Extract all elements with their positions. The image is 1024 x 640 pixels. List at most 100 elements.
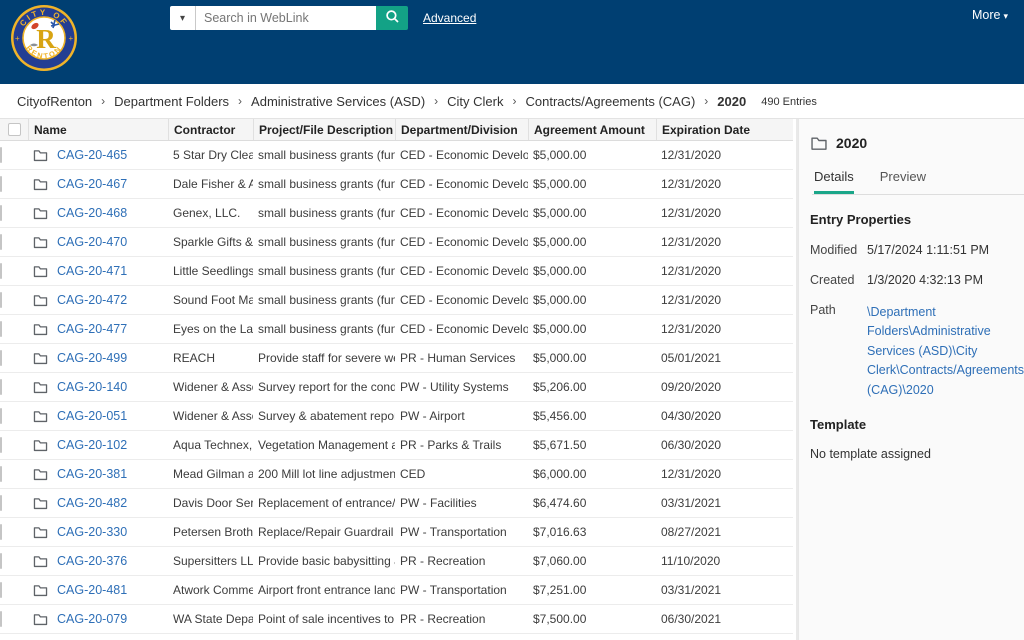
table-row[interactable]: CAG-20-467 Dale Fisher & As small busine… (0, 170, 793, 199)
breadcrumb-item[interactable]: Administrative Services (ASD) (251, 94, 425, 109)
breadcrumb-item[interactable]: Contracts/Agreements (CAG) (526, 94, 696, 109)
row-checkbox[interactable] (0, 234, 2, 250)
cell-contractor: Sparkle Gifts & W (173, 235, 253, 249)
table-row[interactable]: CAG-20-051 Widener & Asso Survey & abate… (0, 402, 793, 431)
cell-contractor: Aqua Technex, L (173, 438, 253, 452)
column-header-expiration-date[interactable]: Expiration Date (656, 119, 793, 140)
row-checkbox[interactable] (0, 553, 2, 569)
row-select-cell (0, 321, 28, 337)
entry-link[interactable]: CAG-20-330 (57, 525, 127, 539)
entry-link[interactable]: CAG-20-499 (57, 351, 127, 365)
tab-details[interactable]: Details (814, 169, 854, 194)
row-checkbox[interactable] (0, 321, 2, 337)
table-row[interactable]: CAG-20-499 REACH Provide staff for sever… (0, 344, 793, 373)
table-row[interactable]: CAG-20-381 Mead Gilman ar 200 Mill lot l… (0, 460, 793, 489)
row-checkbox[interactable] (0, 582, 2, 598)
column-header-contractor[interactable]: Contractor (168, 119, 253, 140)
row-checkbox[interactable] (0, 466, 2, 482)
search-input[interactable] (196, 6, 376, 30)
row-checkbox[interactable] (0, 292, 2, 308)
cell-amount: $7,060.00 (533, 554, 587, 568)
cell-contractor: Petersen Brothe (173, 525, 253, 539)
row-checkbox[interactable] (0, 263, 2, 279)
svg-text:+: + (69, 34, 74, 43)
row-checkbox[interactable] (0, 205, 2, 221)
path-link[interactable]: \Department Folders\Administrative Servi… (867, 303, 1024, 400)
entry-link[interactable]: CAG-20-102 (57, 438, 127, 452)
column-header-department[interactable]: Department/Division (395, 119, 528, 140)
entry-link[interactable]: CAG-20-465 (57, 148, 127, 162)
svg-text:R: R (36, 24, 56, 54)
entry-link[interactable]: CAG-20-079 (57, 612, 127, 626)
table-row[interactable]: CAG-20-330 Petersen Brothe Replace/Repai… (0, 518, 793, 547)
row-select-cell (0, 611, 28, 627)
table-row[interactable]: CAG-20-470 Sparkle Gifts & W small busin… (0, 228, 793, 257)
entry-link[interactable]: CAG-20-140 (57, 380, 127, 394)
tab-preview[interactable]: Preview (880, 169, 926, 194)
entry-link[interactable]: CAG-20-467 (57, 177, 127, 191)
city-of-renton-logo: CITY OF RENTON + + R (10, 4, 78, 72)
cell-name: CAG-20-330 (28, 525, 168, 539)
search-scope-dropdown[interactable]: ▾ (170, 6, 196, 30)
cell-name: CAG-20-481 (28, 583, 168, 597)
cell-description: Vegetation Management at Re (258, 438, 395, 452)
table-row[interactable]: CAG-20-079 WA State Depart Point of sale… (0, 605, 793, 634)
row-checkbox[interactable] (0, 176, 2, 192)
table-row[interactable]: CAG-20-477 Eyes on the Land small busine… (0, 315, 793, 344)
entry-link[interactable]: CAG-20-470 (57, 235, 127, 249)
select-all-checkbox[interactable] (7, 123, 21, 136)
entry-link[interactable]: CAG-20-381 (57, 467, 127, 481)
cell-expiration: 12/31/2020 (661, 235, 722, 249)
search-button[interactable] (376, 6, 408, 30)
folder-icon (33, 323, 48, 336)
cell-contractor: REACH (173, 351, 216, 365)
row-checkbox[interactable] (0, 437, 2, 453)
caret-down-icon: ▾ (1003, 11, 1008, 21)
table-row[interactable]: CAG-20-140 Widener & Asso Survey report … (0, 373, 793, 402)
row-checkbox[interactable] (0, 350, 2, 366)
cell-name: CAG-20-467 (28, 177, 168, 191)
breadcrumb-item[interactable]: CityofRenton (17, 94, 92, 109)
entry-link[interactable]: CAG-20-471 (57, 264, 127, 278)
entry-link[interactable]: CAG-20-051 (57, 409, 127, 423)
cell-name: CAG-20-482 (28, 496, 168, 510)
entry-link[interactable]: CAG-20-481 (57, 583, 127, 597)
column-header-name[interactable]: Name (28, 119, 168, 140)
table-row[interactable]: CAG-20-465 5 Star Dry Clean small busine… (0, 141, 793, 170)
column-header-agreement-amount[interactable]: Agreement Amount ▲ (528, 119, 656, 140)
row-checkbox[interactable] (0, 611, 2, 627)
row-checkbox[interactable] (0, 408, 2, 424)
cell-expiration: 06/30/2021 (661, 612, 722, 626)
more-menu[interactable]: More ▾ (972, 8, 1008, 22)
table-row[interactable]: CAG-20-468 Genex, LLC. small business gr… (0, 199, 793, 228)
cell-description: small business grants (funded (258, 206, 395, 220)
table-row[interactable]: CAG-20-376 Supersitters LLC Provide basi… (0, 547, 793, 576)
folder-icon (33, 207, 48, 220)
svg-text:+: + (15, 34, 20, 43)
folder-icon (33, 178, 48, 191)
cell-name: CAG-20-051 (28, 409, 168, 423)
row-checkbox[interactable] (0, 524, 2, 540)
table-row[interactable]: CAG-20-482 Davis Door Serv Replacement o… (0, 489, 793, 518)
cell-contractor: Eyes on the Land (173, 322, 253, 336)
table-row[interactable]: CAG-20-102 Aqua Technex, L Vegetation Ma… (0, 431, 793, 460)
entry-link[interactable]: CAG-20-468 (57, 206, 127, 220)
column-header-description[interactable]: Project/File Description (253, 119, 395, 140)
breadcrumb-separator: › (101, 94, 106, 108)
entry-link[interactable]: CAG-20-482 (57, 496, 127, 510)
row-checkbox[interactable] (0, 379, 2, 395)
table-body: CAG-20-465 5 Star Dry Clean small busine… (0, 141, 793, 634)
entry-link[interactable]: CAG-20-472 (57, 293, 127, 307)
row-checkbox[interactable] (0, 147, 2, 163)
selected-entry-name: 2020 (836, 135, 868, 151)
advanced-search-link[interactable]: Advanced (423, 11, 476, 25)
cell-expiration: 12/31/2020 (661, 177, 722, 191)
table-row[interactable]: CAG-20-471 Little Seedlings F small busi… (0, 257, 793, 286)
breadcrumb-item[interactable]: Department Folders (114, 94, 229, 109)
entry-link[interactable]: CAG-20-477 (57, 322, 127, 336)
row-checkbox[interactable] (0, 495, 2, 511)
entry-link[interactable]: CAG-20-376 (57, 554, 127, 568)
table-row[interactable]: CAG-20-481 Atwork Commer Airport front e… (0, 576, 793, 605)
breadcrumb-item[interactable]: City Clerk (447, 94, 503, 109)
table-row[interactable]: CAG-20-472 Sound Foot Mas small business… (0, 286, 793, 315)
